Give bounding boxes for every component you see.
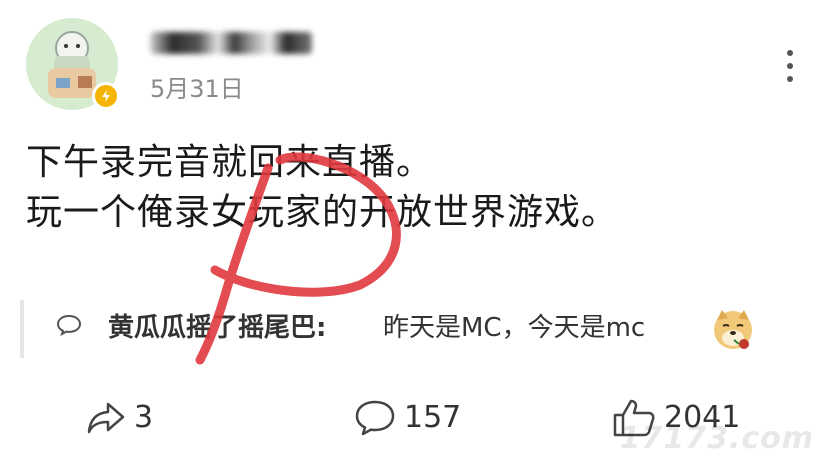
more-options-button[interactable]	[776, 50, 804, 90]
watermark: 17173.com	[619, 421, 814, 456]
doge-emoji	[710, 306, 756, 352]
lightning-badge-icon	[92, 82, 120, 110]
post-line: 玩一个俺录女玩家的开放世界游戏。	[26, 192, 619, 233]
post-line: 下午录完音就回来直播。	[26, 142, 434, 183]
comment-button[interactable]: 157	[354, 396, 461, 440]
share-arrow-icon	[87, 402, 125, 434]
comment-preview[interactable]: 黄瓜瓜摇了摇尾巴: 昨天是MC，今天是mc	[20, 300, 754, 358]
post-date: 5月31日	[150, 75, 244, 103]
comment-text: 昨天是MC，今天是mc	[383, 313, 646, 343]
share-count: 3	[134, 400, 154, 435]
username[interactable]	[150, 30, 310, 56]
comment-count: 157	[404, 400, 462, 435]
more-vertical-icon	[787, 50, 793, 82]
comment-icon	[355, 400, 395, 436]
share-button[interactable]: 3	[86, 396, 153, 440]
post-content: 下午录完音就回来直播。 玩一个俺录女玩家的开放世界游戏。	[26, 138, 786, 238]
comment-author[interactable]: 黄瓜瓜摇了摇尾巴:	[108, 310, 326, 346]
comment-bubble-icon	[56, 314, 82, 336]
